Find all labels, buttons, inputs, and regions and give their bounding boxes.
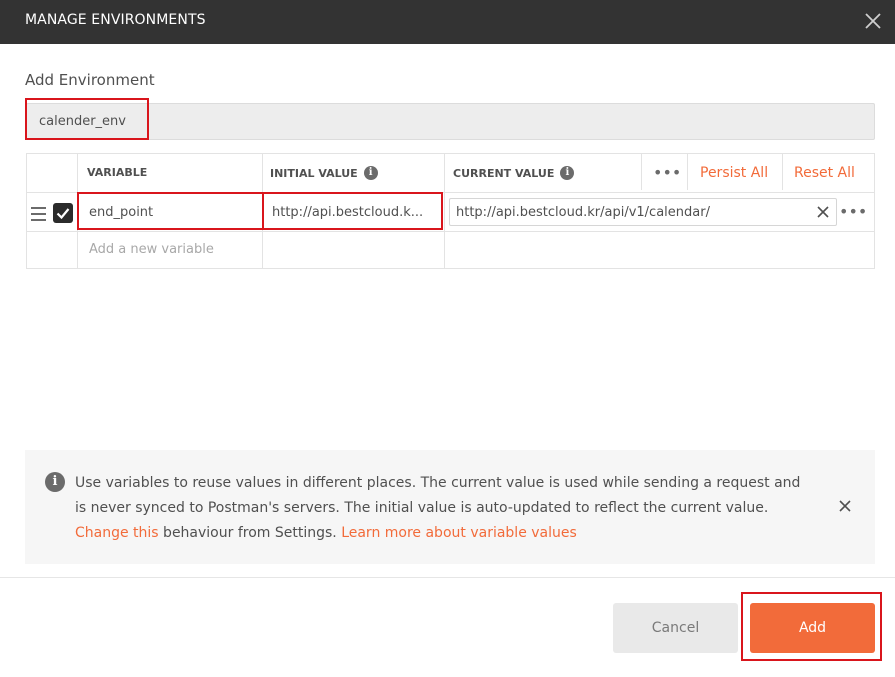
header-divider-more bbox=[641, 154, 642, 190]
column-header-initial-value: INITIAL VALUE i bbox=[270, 166, 378, 180]
close-icon[interactable] bbox=[861, 9, 885, 33]
column-header-variable: VARIABLE bbox=[87, 166, 148, 179]
drag-handle-icon[interactable] bbox=[31, 207, 46, 225]
dialog-titlebar: MANAGE ENVIRONMENTS bbox=[0, 0, 895, 44]
variables-table: VARIABLE INITIAL VALUE i CURRENT VALUE i… bbox=[26, 153, 875, 269]
persist-all-link[interactable]: Persist All bbox=[700, 165, 768, 181]
column-divider bbox=[444, 154, 445, 268]
cancel-button[interactable]: Cancel bbox=[613, 603, 738, 653]
info-icon[interactable]: i bbox=[363, 166, 378, 180]
reset-all-link[interactable]: Reset All bbox=[794, 165, 855, 181]
footer-divider bbox=[0, 577, 895, 578]
info-icon[interactable]: i bbox=[560, 166, 575, 180]
dialog-title: MANAGE ENVIRONMENTS bbox=[25, 12, 206, 28]
add-button[interactable]: Add bbox=[750, 603, 875, 653]
current-value-text: http://api.bestcloud.kr/api/v1/calendar/ bbox=[456, 205, 710, 220]
close-icon[interactable] bbox=[837, 498, 853, 514]
header-divider-reset bbox=[782, 154, 783, 190]
info-icon: i bbox=[45, 472, 65, 492]
checkmark-icon bbox=[56, 208, 70, 220]
row-enabled-checkbox[interactable] bbox=[53, 203, 73, 223]
variable-name-cell[interactable]: end_point bbox=[89, 205, 153, 220]
table-header-divider bbox=[27, 192, 874, 193]
initial-value-cell[interactable]: http://api.bestcloud.k... bbox=[272, 205, 438, 220]
table-row-divider bbox=[27, 231, 874, 232]
add-variable-placeholder[interactable]: Add a new variable bbox=[89, 242, 214, 257]
row-more-dots-icon[interactable]: ••• bbox=[839, 202, 867, 221]
info-message: Use variables to reuse values in differe… bbox=[75, 475, 801, 541]
environment-name-input[interactable] bbox=[26, 103, 875, 140]
change-settings-link[interactable]: Change this bbox=[75, 525, 159, 541]
header-divider-persist bbox=[687, 154, 688, 190]
column-divider bbox=[262, 154, 263, 268]
learn-more-link[interactable]: Learn more about variable values bbox=[341, 525, 577, 541]
more-dots-icon[interactable]: ••• bbox=[653, 163, 681, 182]
info-banner: i Use variables to reuse values in diffe… bbox=[25, 450, 875, 564]
add-environment-label: Add Environment bbox=[25, 71, 155, 89]
current-value-input[interactable]: http://api.bestcloud.kr/api/v1/calendar/ bbox=[449, 198, 837, 226]
clear-icon[interactable] bbox=[814, 203, 832, 221]
column-divider bbox=[77, 154, 78, 268]
column-header-current-value: CURRENT VALUE i bbox=[453, 166, 575, 180]
